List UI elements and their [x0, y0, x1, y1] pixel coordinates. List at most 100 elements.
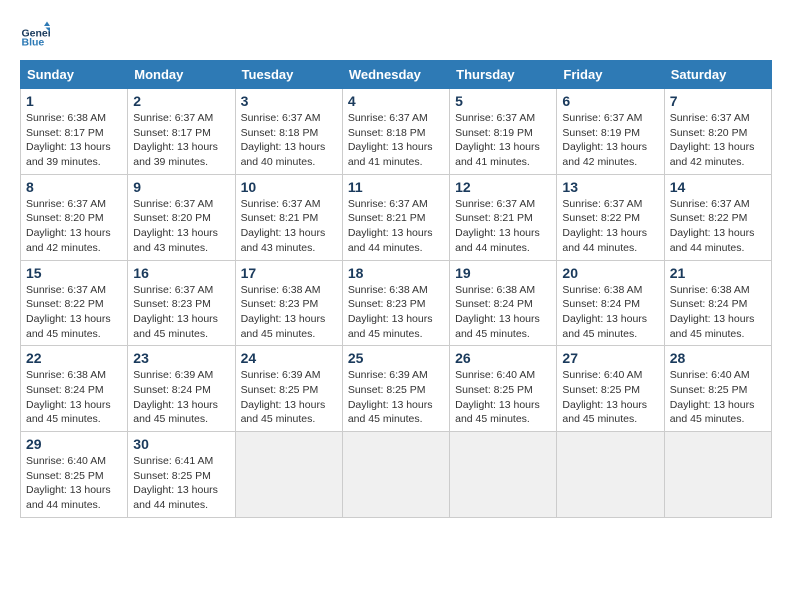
day-number: 17	[241, 265, 337, 281]
day-number: 6	[562, 93, 658, 109]
calendar-cell	[342, 432, 449, 518]
day-info: Sunrise: 6:39 AMSunset: 8:25 PMDaylight:…	[241, 369, 326, 425]
calendar-cell	[557, 432, 664, 518]
day-info: Sunrise: 6:41 AMSunset: 8:25 PMDaylight:…	[133, 455, 218, 511]
calendar-cell: 12 Sunrise: 6:37 AMSunset: 8:21 PMDaylig…	[450, 174, 557, 260]
calendar-cell: 2 Sunrise: 6:37 AMSunset: 8:17 PMDayligh…	[128, 89, 235, 175]
calendar-cell	[664, 432, 771, 518]
header-monday: Monday	[128, 61, 235, 89]
calendar-header-row: SundayMondayTuesdayWednesdayThursdayFrid…	[21, 61, 772, 89]
header-tuesday: Tuesday	[235, 61, 342, 89]
day-info: Sunrise: 6:37 AMSunset: 8:22 PMDaylight:…	[562, 198, 647, 254]
calendar-cell: 23 Sunrise: 6:39 AMSunset: 8:24 PMDaylig…	[128, 346, 235, 432]
calendar-cell: 27 Sunrise: 6:40 AMSunset: 8:25 PMDaylig…	[557, 346, 664, 432]
day-number: 29	[26, 436, 122, 452]
calendar-cell: 29 Sunrise: 6:40 AMSunset: 8:25 PMDaylig…	[21, 432, 128, 518]
calendar-cell: 3 Sunrise: 6:37 AMSunset: 8:18 PMDayligh…	[235, 89, 342, 175]
day-number: 5	[455, 93, 551, 109]
day-info: Sunrise: 6:38 AMSunset: 8:24 PMDaylight:…	[562, 284, 647, 340]
day-number: 11	[348, 179, 444, 195]
day-number: 26	[455, 350, 551, 366]
day-number: 16	[133, 265, 229, 281]
calendar-week-5: 29 Sunrise: 6:40 AMSunset: 8:25 PMDaylig…	[21, 432, 772, 518]
day-number: 24	[241, 350, 337, 366]
calendar-cell: 9 Sunrise: 6:37 AMSunset: 8:20 PMDayligh…	[128, 174, 235, 260]
day-number: 2	[133, 93, 229, 109]
day-info: Sunrise: 6:37 AMSunset: 8:21 PMDaylight:…	[455, 198, 540, 254]
header-friday: Friday	[557, 61, 664, 89]
day-info: Sunrise: 6:37 AMSunset: 8:21 PMDaylight:…	[348, 198, 433, 254]
day-info: Sunrise: 6:37 AMSunset: 8:20 PMDaylight:…	[26, 198, 111, 254]
calendar-cell: 22 Sunrise: 6:38 AMSunset: 8:24 PMDaylig…	[21, 346, 128, 432]
header-sunday: Sunday	[21, 61, 128, 89]
calendar-cell: 6 Sunrise: 6:37 AMSunset: 8:19 PMDayligh…	[557, 89, 664, 175]
svg-text:Blue: Blue	[22, 37, 45, 49]
header-thursday: Thursday	[450, 61, 557, 89]
day-number: 4	[348, 93, 444, 109]
calendar-cell: 30 Sunrise: 6:41 AMSunset: 8:25 PMDaylig…	[128, 432, 235, 518]
calendar-cell: 21 Sunrise: 6:38 AMSunset: 8:24 PMDaylig…	[664, 260, 771, 346]
day-number: 8	[26, 179, 122, 195]
calendar-cell: 1 Sunrise: 6:38 AMSunset: 8:17 PMDayligh…	[21, 89, 128, 175]
day-info: Sunrise: 6:39 AMSunset: 8:24 PMDaylight:…	[133, 369, 218, 425]
day-number: 18	[348, 265, 444, 281]
day-info: Sunrise: 6:37 AMSunset: 8:20 PMDaylight:…	[133, 198, 218, 254]
day-info: Sunrise: 6:37 AMSunset: 8:18 PMDaylight:…	[348, 112, 433, 168]
calendar-cell: 15 Sunrise: 6:37 AMSunset: 8:22 PMDaylig…	[21, 260, 128, 346]
day-info: Sunrise: 6:37 AMSunset: 8:23 PMDaylight:…	[133, 284, 218, 340]
day-number: 1	[26, 93, 122, 109]
day-info: Sunrise: 6:37 AMSunset: 8:20 PMDaylight:…	[670, 112, 755, 168]
day-number: 10	[241, 179, 337, 195]
day-number: 30	[133, 436, 229, 452]
day-info: Sunrise: 6:37 AMSunset: 8:22 PMDaylight:…	[26, 284, 111, 340]
calendar-cell: 14 Sunrise: 6:37 AMSunset: 8:22 PMDaylig…	[664, 174, 771, 260]
page-header: General Blue	[20, 20, 772, 50]
calendar-cell: 8 Sunrise: 6:37 AMSunset: 8:20 PMDayligh…	[21, 174, 128, 260]
day-info: Sunrise: 6:37 AMSunset: 8:21 PMDaylight:…	[241, 198, 326, 254]
calendar-table: SundayMondayTuesdayWednesdayThursdayFrid…	[20, 60, 772, 518]
day-info: Sunrise: 6:37 AMSunset: 8:19 PMDaylight:…	[562, 112, 647, 168]
day-number: 19	[455, 265, 551, 281]
calendar-cell: 18 Sunrise: 6:38 AMSunset: 8:23 PMDaylig…	[342, 260, 449, 346]
calendar-cell: 20 Sunrise: 6:38 AMSunset: 8:24 PMDaylig…	[557, 260, 664, 346]
day-info: Sunrise: 6:37 AMSunset: 8:19 PMDaylight:…	[455, 112, 540, 168]
calendar-cell: 7 Sunrise: 6:37 AMSunset: 8:20 PMDayligh…	[664, 89, 771, 175]
calendar-week-1: 1 Sunrise: 6:38 AMSunset: 8:17 PMDayligh…	[21, 89, 772, 175]
day-number: 12	[455, 179, 551, 195]
day-number: 25	[348, 350, 444, 366]
day-number: 20	[562, 265, 658, 281]
day-number: 22	[26, 350, 122, 366]
calendar-week-2: 8 Sunrise: 6:37 AMSunset: 8:20 PMDayligh…	[21, 174, 772, 260]
calendar-cell: 28 Sunrise: 6:40 AMSunset: 8:25 PMDaylig…	[664, 346, 771, 432]
calendar-cell: 24 Sunrise: 6:39 AMSunset: 8:25 PMDaylig…	[235, 346, 342, 432]
calendar-cell: 16 Sunrise: 6:37 AMSunset: 8:23 PMDaylig…	[128, 260, 235, 346]
day-number: 3	[241, 93, 337, 109]
day-number: 7	[670, 93, 766, 109]
day-info: Sunrise: 6:39 AMSunset: 8:25 PMDaylight:…	[348, 369, 433, 425]
day-info: Sunrise: 6:38 AMSunset: 8:24 PMDaylight:…	[455, 284, 540, 340]
calendar-cell: 25 Sunrise: 6:39 AMSunset: 8:25 PMDaylig…	[342, 346, 449, 432]
calendar-cell: 4 Sunrise: 6:37 AMSunset: 8:18 PMDayligh…	[342, 89, 449, 175]
calendar-cell: 19 Sunrise: 6:38 AMSunset: 8:24 PMDaylig…	[450, 260, 557, 346]
calendar-cell	[235, 432, 342, 518]
day-number: 9	[133, 179, 229, 195]
day-info: Sunrise: 6:38 AMSunset: 8:24 PMDaylight:…	[26, 369, 111, 425]
day-info: Sunrise: 6:38 AMSunset: 8:24 PMDaylight:…	[670, 284, 755, 340]
calendar-cell: 13 Sunrise: 6:37 AMSunset: 8:22 PMDaylig…	[557, 174, 664, 260]
calendar-cell: 5 Sunrise: 6:37 AMSunset: 8:19 PMDayligh…	[450, 89, 557, 175]
day-info: Sunrise: 6:40 AMSunset: 8:25 PMDaylight:…	[670, 369, 755, 425]
header-wednesday: Wednesday	[342, 61, 449, 89]
day-number: 13	[562, 179, 658, 195]
day-info: Sunrise: 6:37 AMSunset: 8:17 PMDaylight:…	[133, 112, 218, 168]
day-info: Sunrise: 6:37 AMSunset: 8:22 PMDaylight:…	[670, 198, 755, 254]
day-number: 14	[670, 179, 766, 195]
calendar-cell: 11 Sunrise: 6:37 AMSunset: 8:21 PMDaylig…	[342, 174, 449, 260]
day-number: 21	[670, 265, 766, 281]
day-info: Sunrise: 6:38 AMSunset: 8:17 PMDaylight:…	[26, 112, 111, 168]
calendar-cell: 17 Sunrise: 6:38 AMSunset: 8:23 PMDaylig…	[235, 260, 342, 346]
calendar-week-4: 22 Sunrise: 6:38 AMSunset: 8:24 PMDaylig…	[21, 346, 772, 432]
calendar-cell	[450, 432, 557, 518]
day-info: Sunrise: 6:38 AMSunset: 8:23 PMDaylight:…	[241, 284, 326, 340]
day-info: Sunrise: 6:38 AMSunset: 8:23 PMDaylight:…	[348, 284, 433, 340]
day-info: Sunrise: 6:40 AMSunset: 8:25 PMDaylight:…	[26, 455, 111, 511]
